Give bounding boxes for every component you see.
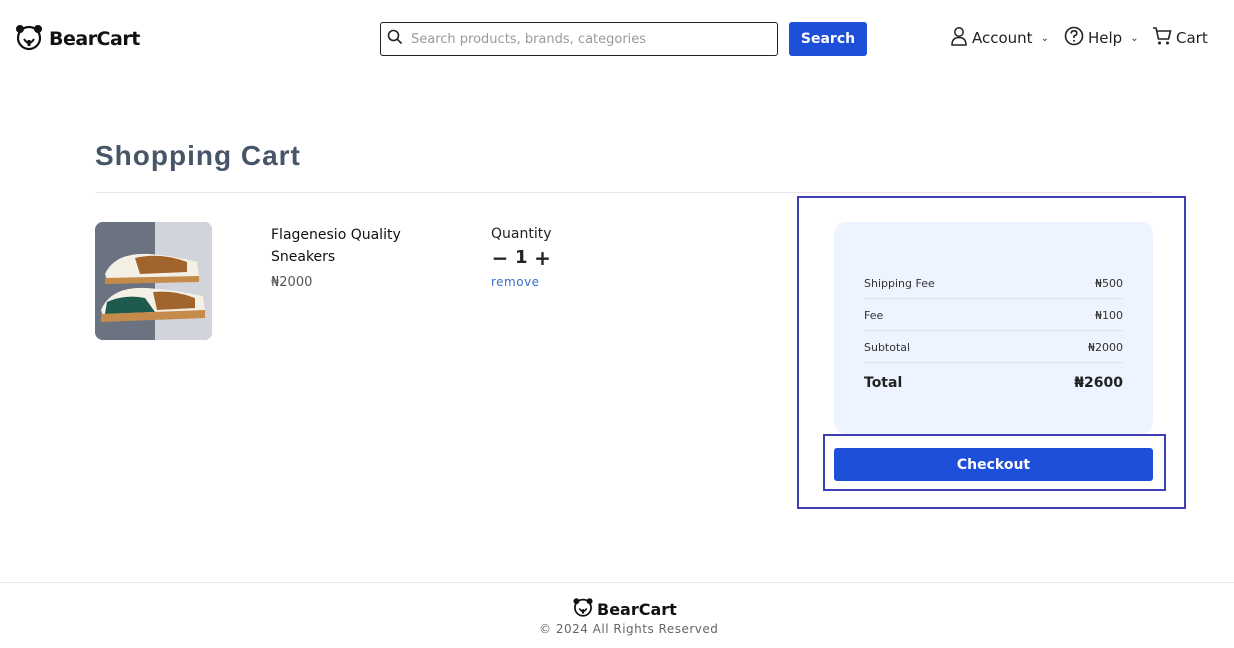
header: BearCart Search Account ⌄ [0,0,1234,76]
nav-help-label: Help [1088,29,1123,47]
product-name[interactable]: Flagenesio Quality Sneakers [271,224,421,268]
quantity-stepper: − 1 + [491,247,552,268]
order-summary: Shipping Fee ₦500 Fee ₦100 Subtotal ₦200… [834,222,1153,434]
footer-logo[interactable]: BearCart [572,596,677,622]
checkout-button[interactable]: Checkout [834,448,1153,481]
total-value: ₦2600 [1074,375,1123,391]
quantity-value: 1 [515,247,528,268]
search-input[interactable] [411,31,761,47]
product-price: ₦2000 [271,275,313,290]
product-image[interactable] [95,222,212,340]
summary-value: ₦100 [1095,309,1123,322]
summary-label: Subtotal [864,341,911,354]
minus-icon[interactable]: − [491,248,509,268]
footer-brand: BearCart [597,599,677,619]
help-circle-icon [1064,26,1084,50]
divider [95,192,1153,193]
remove-link[interactable]: remove [491,275,540,289]
summary-total: Total ₦2600 [864,375,1123,391]
chevron-down-icon: ⌄ [1130,32,1139,44]
nav-help[interactable]: Help ⌄ [1064,26,1139,50]
summary-label: Fee [864,309,884,322]
search-icon [387,29,403,49]
summary-row-fee: Fee ₦100 [864,309,1123,331]
brand-name: BearCart [49,28,140,50]
nav-account[interactable]: Account ⌄ [950,26,1049,50]
footer-copyright: © 2024 All Rights Reserved [539,622,719,636]
chevron-down-icon: ⌄ [1040,32,1049,44]
user-icon [950,26,968,50]
summary-row-subtotal: Subtotal ₦2000 [864,341,1123,363]
quantity-label: Quantity [491,226,552,242]
summary-value: ₦500 [1095,277,1123,290]
summary-value: ₦2000 [1088,341,1123,354]
nav-cart[interactable]: Cart [1152,26,1208,50]
bear-logo-icon [14,22,44,56]
footer-divider [0,582,1234,583]
nav-account-label: Account [972,29,1033,47]
brand-logo[interactable]: BearCart [14,22,140,56]
plus-icon[interactable]: + [534,248,552,268]
summary-row-shipping: Shipping Fee ₦500 [864,277,1123,299]
nav-cart-label: Cart [1176,29,1208,47]
total-label: Total [864,375,903,391]
search-box[interactable] [380,22,778,56]
page-title: Shopping Cart [95,140,301,171]
summary-label: Shipping Fee [864,277,935,290]
bear-logo-icon [572,596,594,622]
cart-icon [1152,26,1172,50]
search-button[interactable]: Search [789,22,867,56]
